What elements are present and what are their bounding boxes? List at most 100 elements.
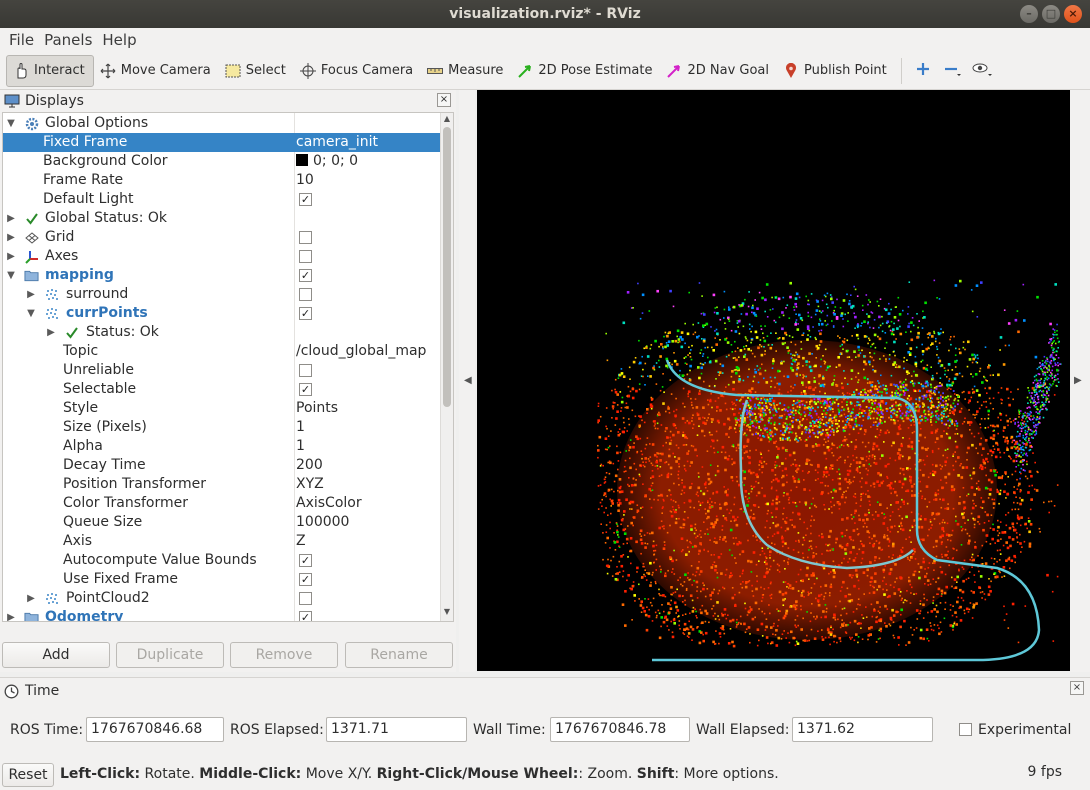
decay-time-value[interactable]: 200 bbox=[296, 456, 323, 475]
chevron-right-icon[interactable]: ▶ bbox=[25, 589, 37, 608]
tree-scrollbar[interactable]: ▲ ▼ bbox=[440, 113, 453, 621]
unreliable-checkbox[interactable] bbox=[299, 364, 312, 377]
time-close-button[interactable]: × bbox=[1070, 681, 1084, 695]
tree-row-autocompute[interactable]: Autocompute Value Bounds ✓ bbox=[3, 551, 441, 570]
tree-row-currpoints[interactable]: ▼ currPoints ✓ bbox=[3, 304, 441, 323]
surround-checkbox[interactable] bbox=[299, 288, 312, 301]
axes-checkbox[interactable] bbox=[299, 250, 312, 263]
size-value[interactable]: 1 bbox=[296, 418, 305, 437]
tree-row-size[interactable]: Size (Pixels) 1 bbox=[3, 418, 441, 437]
tree-row-grid[interactable]: ▶ Grid bbox=[3, 228, 441, 247]
tree-row-unreliable[interactable]: Unreliable bbox=[3, 361, 441, 380]
tree-row-topic[interactable]: Topic /cloud_global_map bbox=[3, 342, 441, 361]
menu-panels[interactable]: Panels bbox=[39, 31, 97, 49]
publish-point-tool[interactable]: Publish Point bbox=[777, 55, 895, 87]
style-value[interactable]: Points bbox=[296, 399, 338, 418]
wall-time-field[interactable]: 1767670846.78 bbox=[550, 717, 690, 742]
tree-row-global-options[interactable]: ▼ Global Options bbox=[3, 114, 441, 133]
view-menu-button[interactable] bbox=[968, 56, 998, 86]
nav-goal-tool[interactable]: 2D Nav Goal bbox=[660, 55, 777, 87]
tree-row-frame-rate[interactable]: Frame Rate 10 bbox=[3, 171, 441, 190]
close-button[interactable]: × bbox=[1064, 5, 1082, 23]
tree-row-odometry[interactable]: ▶ Odometry ✓ bbox=[3, 608, 441, 621]
tree-row-mapping[interactable]: ▼ mapping ✓ bbox=[3, 266, 441, 285]
interact-tool[interactable]: Interact bbox=[6, 54, 94, 87]
tree-row-alpha[interactable]: Alpha 1 bbox=[3, 437, 441, 456]
odometry-checkbox[interactable]: ✓ bbox=[299, 611, 312, 621]
pointcloud2-checkbox[interactable] bbox=[299, 592, 312, 605]
chevron-right-icon[interactable]: ▶ bbox=[5, 228, 17, 247]
expand-right-icon[interactable]: ▶ bbox=[1074, 375, 1082, 386]
tree-row-position-transformer[interactable]: Position Transformer XYZ bbox=[3, 475, 441, 494]
tree-row-fixed-frame[interactable]: Fixed Frame camera_init bbox=[3, 133, 441, 152]
focus-camera-tool[interactable]: Focus Camera bbox=[294, 55, 421, 87]
tree-row-background-color[interactable]: Background Color 0; 0; 0 bbox=[3, 152, 441, 171]
measure-tool[interactable]: Measure bbox=[421, 55, 511, 87]
color-transformer-value[interactable]: AxisColor bbox=[296, 494, 362, 513]
ros-elapsed-field[interactable]: 1371.71 bbox=[326, 717, 467, 742]
scroll-down-arrow-icon[interactable]: ▼ bbox=[441, 607, 453, 619]
currpoints-checkbox[interactable]: ✓ bbox=[299, 307, 312, 320]
alpha-value[interactable]: 1 bbox=[296, 437, 305, 456]
tree-row-queue-size[interactable]: Queue Size 100000 bbox=[3, 513, 441, 532]
reset-button[interactable]: Reset bbox=[2, 763, 54, 787]
topic-value[interactable]: /cloud_global_map bbox=[296, 342, 426, 361]
scroll-up-arrow-icon[interactable]: ▲ bbox=[441, 114, 453, 126]
tree-row-use-fixed-frame[interactable]: Use Fixed Frame ✓ bbox=[3, 570, 441, 589]
tree-row-global-status[interactable]: ▶ Global Status: Ok bbox=[3, 209, 441, 228]
selectable-checkbox[interactable]: ✓ bbox=[299, 383, 312, 396]
remove-button[interactable]: Remove bbox=[230, 642, 338, 668]
maximize-button[interactable]: □ bbox=[1042, 5, 1060, 23]
autocompute-checkbox[interactable]: ✓ bbox=[299, 554, 312, 567]
chevron-down-icon[interactable]: ▼ bbox=[25, 304, 37, 323]
chevron-right-icon[interactable]: ▶ bbox=[5, 608, 17, 621]
tree-row-pointcloud2[interactable]: ▶ PointCloud2 bbox=[3, 589, 441, 608]
chevron-right-icon[interactable]: ▶ bbox=[45, 323, 57, 342]
grid-checkbox[interactable] bbox=[299, 231, 312, 244]
frame-rate-value[interactable]: 10 bbox=[296, 171, 314, 190]
tree-row-axis[interactable]: Axis Z bbox=[3, 532, 441, 551]
remove-tool-button[interactable] bbox=[938, 56, 968, 86]
panel-splitter[interactable]: ◀ bbox=[459, 90, 475, 672]
collapse-left-icon[interactable]: ◀ bbox=[464, 375, 472, 386]
move-camera-tool[interactable]: Move Camera bbox=[94, 55, 219, 87]
add-button[interactable]: Add bbox=[2, 642, 110, 668]
chevron-right-icon[interactable]: ▶ bbox=[25, 285, 37, 304]
chevron-down-icon[interactable]: ▼ bbox=[5, 114, 17, 133]
tree-row-color-transformer[interactable]: Color Transformer AxisColor bbox=[3, 494, 441, 513]
tree-row-selectable[interactable]: Selectable ✓ bbox=[3, 380, 441, 399]
axis-value[interactable]: Z bbox=[296, 532, 306, 551]
tree-row-status[interactable]: ▶ Status: Ok bbox=[3, 323, 441, 342]
displays-close-button[interactable]: × bbox=[437, 93, 451, 107]
chevron-down-icon[interactable]: ▼ bbox=[5, 266, 17, 285]
tree-row-surround[interactable]: ▶ surround bbox=[3, 285, 441, 304]
chevron-right-icon[interactable]: ▶ bbox=[5, 209, 17, 228]
render-viewport[interactable] bbox=[477, 90, 1070, 671]
use-fixed-frame-checkbox[interactable]: ✓ bbox=[299, 573, 312, 586]
experimental-checkbox[interactable] bbox=[959, 723, 972, 736]
tree-row-default-light[interactable]: Default Light ✓ bbox=[3, 190, 441, 209]
ros-time-field[interactable]: 1767670846.68 bbox=[86, 717, 224, 742]
pose-estimate-tool[interactable]: 2D Pose Estimate bbox=[511, 55, 660, 87]
wall-elapsed-field[interactable]: 1371.62 bbox=[792, 717, 933, 742]
menu-help[interactable]: Help bbox=[97, 31, 141, 49]
right-panel-edge[interactable]: ▶ bbox=[1070, 90, 1090, 672]
displays-tree[interactable]: ▼ Global Options Fixed Frame camera_init… bbox=[2, 112, 454, 622]
chevron-right-icon[interactable]: ▶ bbox=[5, 247, 17, 266]
position-transformer-value[interactable]: XYZ bbox=[296, 475, 324, 494]
fixed-frame-value[interactable]: camera_init bbox=[296, 133, 378, 152]
select-tool[interactable]: Select bbox=[219, 55, 294, 87]
add-tool-button[interactable] bbox=[908, 56, 938, 86]
tree-row-style[interactable]: Style Points bbox=[3, 399, 441, 418]
tree-row-axes[interactable]: ▶ Axes bbox=[3, 247, 441, 266]
background-color-value[interactable]: 0; 0; 0 bbox=[296, 152, 358, 171]
mapping-checkbox[interactable]: ✓ bbox=[299, 269, 312, 282]
scrollbar-thumb[interactable] bbox=[443, 127, 451, 407]
default-light-checkbox[interactable]: ✓ bbox=[299, 193, 312, 206]
minimize-button[interactable]: – bbox=[1020, 5, 1038, 23]
menu-file[interactable]: File bbox=[4, 31, 39, 49]
queue-size-value[interactable]: 100000 bbox=[296, 513, 349, 532]
duplicate-button[interactable]: Duplicate bbox=[116, 642, 224, 668]
rename-button[interactable]: Rename bbox=[345, 642, 453, 668]
tree-row-decay-time[interactable]: Decay Time 200 bbox=[3, 456, 441, 475]
